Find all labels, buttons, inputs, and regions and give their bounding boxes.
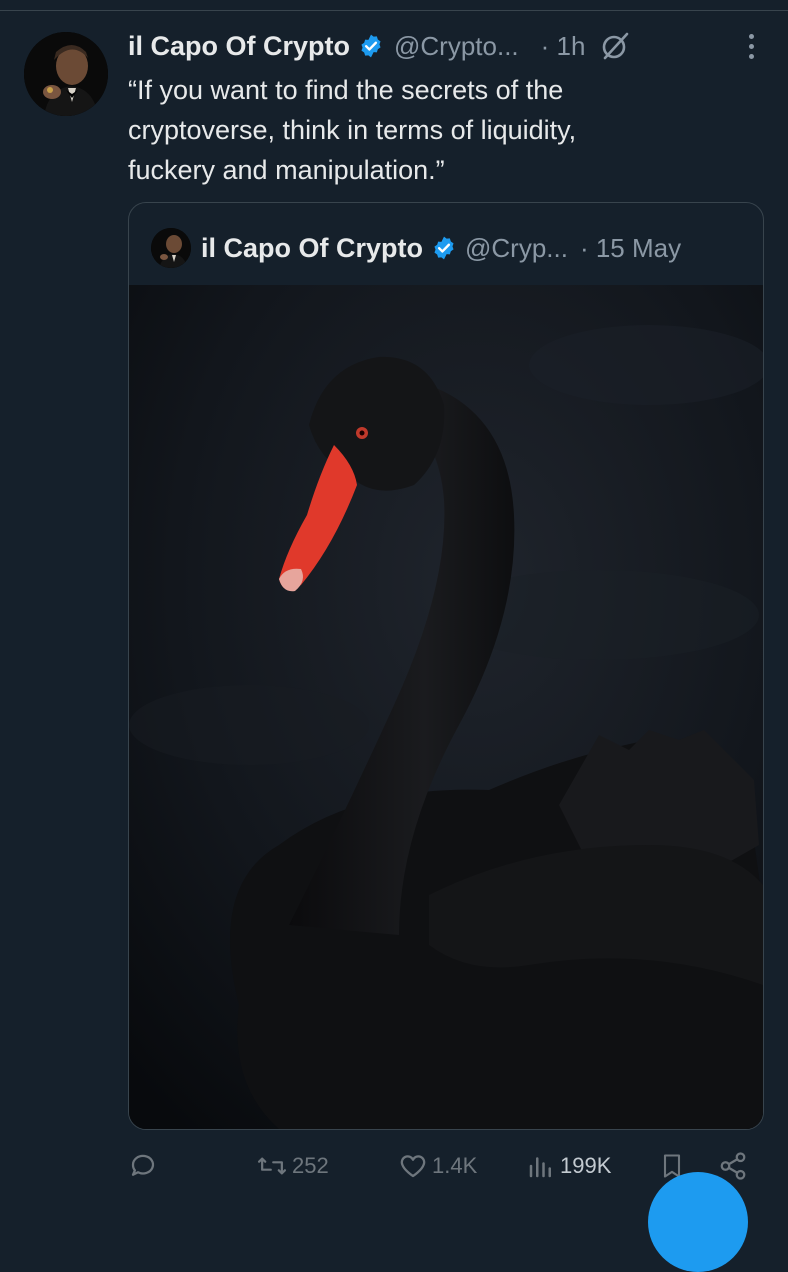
verified-badge-icon [431, 235, 457, 261]
quoted-tweet-time[interactable]: · 15 May [580, 233, 681, 264]
tweet-header: il Capo Of Crypto @Crypto... · 1h [128, 26, 768, 66]
quoted-avatar[interactable] [151, 228, 191, 268]
quoted-author-handle[interactable]: @Cryp... [465, 233, 568, 264]
quoted-tweet-header: il Capo Of Crypto @Cryp... · 15 May [151, 223, 743, 273]
tweet-text-line: cryptoverse, think in terms of liquidity… [128, 115, 577, 145]
quoted-tweet[interactable]: il Capo Of Crypto @Cryp... · 15 May [128, 202, 764, 1130]
author-name[interactable]: il Capo Of Crypto [128, 31, 350, 62]
retweet-button[interactable]: 252 [256, 1146, 329, 1186]
like-button[interactable]: 1.4K [398, 1146, 477, 1186]
black-swan-image[interactable] [129, 285, 763, 1129]
retweet-count: 252 [292, 1153, 329, 1178]
views-icon [526, 1151, 556, 1181]
views-button[interactable]: 199K [526, 1146, 611, 1186]
tweet-text-line: fuckery and manipulation.” [128, 155, 445, 185]
avatar[interactable] [24, 32, 108, 116]
like-icon [398, 1151, 428, 1181]
quoted-author-name[interactable]: il Capo Of Crypto [201, 233, 423, 264]
grok-icon[interactable] [599, 30, 631, 62]
reply-button[interactable] [128, 1146, 162, 1186]
verified-badge-icon [358, 33, 384, 59]
tweet-text: “If you want to find the secrets of the … [128, 70, 748, 190]
views-count: 199K [560, 1153, 612, 1178]
share-icon [718, 1151, 748, 1181]
more-icon[interactable] [749, 34, 754, 59]
tweet-text-line: “If you want to find the secrets of the [128, 75, 564, 105]
author-handle[interactable]: @Crypto... [394, 31, 519, 62]
tweet[interactable]: il Capo Of Crypto @Crypto... · 1h “If yo… [0, 0, 788, 1272]
compose-button[interactable] [648, 1172, 748, 1272]
retweet-icon [256, 1151, 288, 1181]
tweet-time[interactable]: · 1h [541, 31, 586, 62]
reply-icon [128, 1151, 158, 1181]
like-count: 1.4K [432, 1153, 478, 1178]
